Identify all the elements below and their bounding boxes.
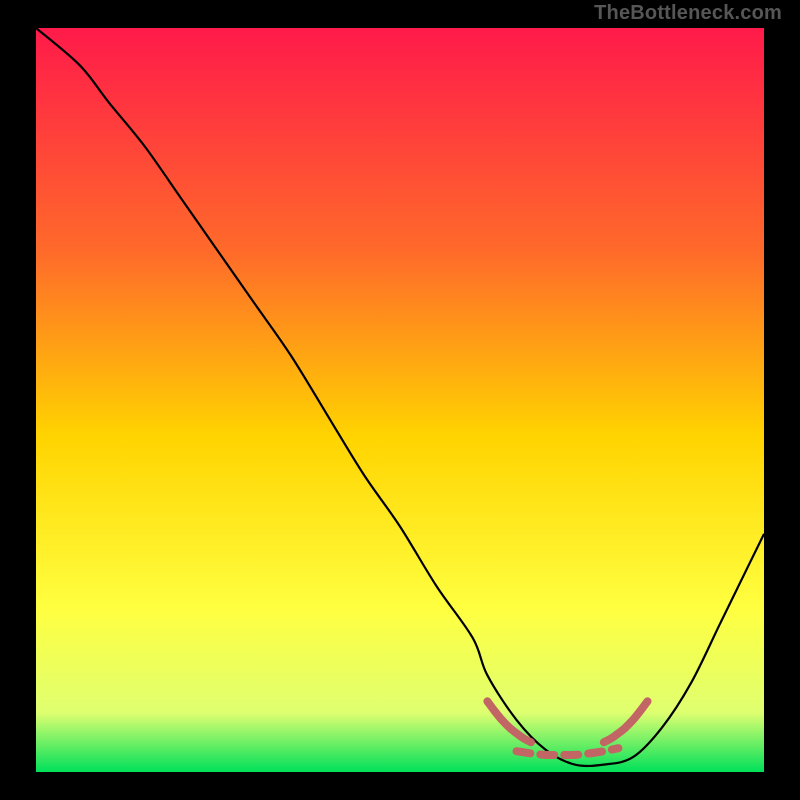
plot-area: [36, 28, 764, 772]
attribution-label: TheBottleneck.com: [594, 2, 782, 25]
bottleneck-chart: [0, 0, 800, 800]
chart-frame: TheBottleneck.com: [0, 0, 800, 800]
